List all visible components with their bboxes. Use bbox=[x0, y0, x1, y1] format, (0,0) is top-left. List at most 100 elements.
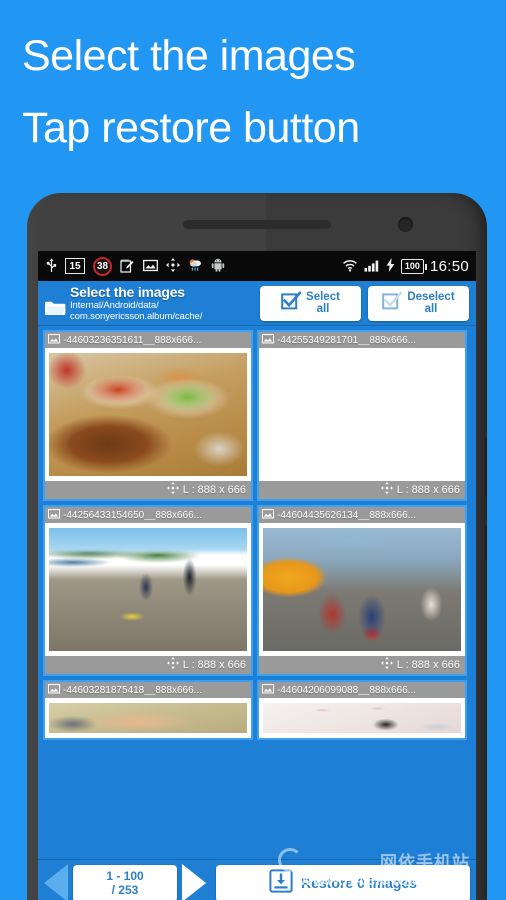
cell-thumbnail[interactable] bbox=[45, 348, 251, 481]
page-total: / 253 bbox=[111, 883, 139, 897]
cell-thumbnail[interactable] bbox=[259, 698, 465, 738]
folder-path-line-1: Internal/Android/data/ bbox=[70, 299, 159, 311]
image-thumbnail-icon bbox=[262, 507, 274, 524]
cell-footer: L : 888 x 666 bbox=[259, 656, 465, 674]
cell-filename: -44603281875418__888x666... bbox=[63, 684, 203, 696]
deselect-all-label-line-2: all bbox=[424, 303, 438, 315]
weather-icon bbox=[188, 258, 203, 274]
status-bar-system-icons: 100 16:50 bbox=[342, 258, 469, 275]
cell-header: -44604435626134__888x666... bbox=[259, 507, 465, 523]
previous-page-arrow[interactable] bbox=[44, 864, 68, 900]
cell-header: -44604206099088__888x666... bbox=[259, 682, 465, 698]
cell-filename: -44603236351611__888x666... bbox=[63, 334, 202, 346]
usb-icon bbox=[46, 258, 57, 275]
app-bar-title-area: Select the images Internal/Android/data/… bbox=[44, 283, 253, 322]
phone-mockup: 15 38 100 16:50 Select the images Intern… bbox=[27, 193, 487, 900]
select-all-button[interactable]: Select all bbox=[260, 285, 361, 321]
folder-icon bbox=[44, 285, 70, 322]
promo-line-2: Tap restore button bbox=[22, 104, 360, 152]
volume-button[interactable] bbox=[485, 438, 487, 496]
move-resize-icon bbox=[380, 481, 393, 499]
cell-header: -44256433154650__888x666... bbox=[45, 507, 251, 523]
note-edit-icon bbox=[120, 258, 135, 275]
select-all-label: Select all bbox=[306, 291, 340, 316]
image-thumbnail-icon bbox=[48, 682, 60, 699]
promo-header: Select the images Tap restore button bbox=[0, 0, 506, 190]
promo-line-1: Select the images bbox=[22, 32, 356, 80]
photo-tatami-room-scene bbox=[49, 703, 247, 733]
cell-dimension: L : 888 x 666 bbox=[182, 484, 246, 496]
cell-thumbnail[interactable] bbox=[259, 348, 465, 481]
photo-dinner-table-food bbox=[49, 353, 247, 476]
cell-footer: L : 888 x 666 bbox=[45, 481, 251, 499]
deselect-all-label: Deselect all bbox=[407, 291, 454, 316]
next-page-arrow[interactable] bbox=[182, 864, 206, 900]
app-bar-titles: Select the images Internal/Android/data/… bbox=[70, 283, 203, 322]
image-thumbnail-icon bbox=[262, 682, 274, 699]
page-indicator[interactable]: 1 - 100 / 253 bbox=[73, 864, 177, 900]
deselect-all-button[interactable]: Deselect all bbox=[368, 285, 469, 321]
cell-thumbnail[interactable] bbox=[45, 523, 251, 656]
status-bar-clock: 16:50 bbox=[429, 257, 469, 275]
move-resize-icon bbox=[166, 481, 179, 499]
select-all-label-line-2: all bbox=[316, 303, 330, 315]
checkbox-checked-icon bbox=[281, 290, 302, 316]
cell-dimension: L : 888 x 666 bbox=[396, 484, 460, 496]
restore-button-label: Restore 0 images bbox=[301, 875, 417, 891]
cell-filename: -44255349281701__888x666... bbox=[277, 334, 417, 346]
front-camera-icon bbox=[398, 217, 413, 232]
move-icon bbox=[166, 258, 180, 274]
cell-thumbnail[interactable] bbox=[45, 698, 251, 738]
cell-filename: -44256433154650__888x666... bbox=[63, 509, 203, 521]
photo-floral-curtain-room bbox=[263, 703, 461, 733]
move-resize-icon bbox=[380, 656, 393, 674]
select-all-label-line-1: Select bbox=[306, 290, 340, 303]
cell-thumbnail[interactable] bbox=[259, 523, 465, 656]
checkbox-unchecked-icon bbox=[382, 290, 404, 316]
power-button[interactable] bbox=[485, 526, 487, 560]
image-thumbnail-icon bbox=[262, 332, 274, 349]
download-restore-icon bbox=[269, 868, 293, 898]
cell-dimension: L : 888 x 666 bbox=[182, 659, 246, 671]
wifi-icon bbox=[342, 259, 358, 274]
page-title: Select the images bbox=[70, 283, 185, 300]
image-grid-cell[interactable]: -44604435626134__888x666... L : 888 x 66… bbox=[257, 505, 467, 676]
android-icon bbox=[211, 258, 225, 274]
photo-riverbank-children-playing bbox=[49, 528, 247, 651]
folder-path-line-2: com.sonyericsson.album/cache/ bbox=[70, 310, 203, 322]
notification-count-badge: 38 bbox=[93, 256, 112, 276]
image-grid[interactable]: -44603236351611__888x666... L : 888 x 66… bbox=[38, 326, 476, 870]
restore-button[interactable]: Restore 0 images bbox=[216, 864, 470, 900]
image-grid-cell[interactable]: -44604206099088__888x666... bbox=[257, 680, 467, 740]
status-bar-notification-icons: 15 38 bbox=[46, 256, 335, 276]
photo-happy-birthday-dessert-plate bbox=[263, 353, 461, 476]
cell-header: -44255349281701__888x666... bbox=[259, 332, 465, 348]
phone-screen: 15 38 100 16:50 Select the images Intern… bbox=[38, 251, 476, 900]
image-grid-cell[interactable]: -44603236351611__888x666... L : 888 x 66… bbox=[43, 330, 253, 501]
app-bar: Select the images Internal/Android/data/… bbox=[38, 281, 476, 326]
charging-bolt-icon bbox=[386, 258, 395, 274]
cell-filename: -44604435626134__888x666... bbox=[277, 509, 417, 521]
image-grid-cell[interactable]: -44256433154650__888x666... L : 888 x 66… bbox=[43, 505, 253, 676]
image-grid-cell[interactable]: -44255349281701__888x666... L : 888 x 66… bbox=[257, 330, 467, 501]
cell-header: -44603281875418__888x666... bbox=[45, 682, 251, 698]
status-bar: 15 38 100 16:50 bbox=[38, 251, 476, 281]
cell-footer: L : 888 x 666 bbox=[45, 656, 251, 674]
earpiece-speaker bbox=[183, 220, 331, 229]
deselect-all-label-line-1: Deselect bbox=[407, 290, 455, 303]
cell-dimension: L : 888 x 666 bbox=[396, 659, 460, 671]
image-thumbnail-icon bbox=[48, 332, 60, 349]
image-icon bbox=[143, 259, 158, 274]
battery-level-indicator: 100 bbox=[400, 258, 427, 274]
move-resize-icon bbox=[166, 656, 179, 674]
photo-summer-festival-yukata-crowd bbox=[263, 528, 461, 651]
bottom-bar: 1 - 100 / 253 Restore 0 images bbox=[38, 859, 476, 900]
cellular-signal-icon bbox=[364, 259, 380, 274]
image-grid-cell[interactable]: -44603281875418__888x666... bbox=[43, 680, 253, 740]
image-thumbnail-icon bbox=[48, 507, 60, 524]
cell-filename: -44604206099088__888x666... bbox=[277, 684, 417, 696]
page-range: 1 - 100 bbox=[106, 869, 144, 883]
cell-footer: L : 888 x 666 bbox=[259, 481, 465, 499]
message-count-badge: 15 bbox=[65, 258, 85, 274]
cell-header: -44603236351611__888x666... bbox=[45, 332, 251, 348]
